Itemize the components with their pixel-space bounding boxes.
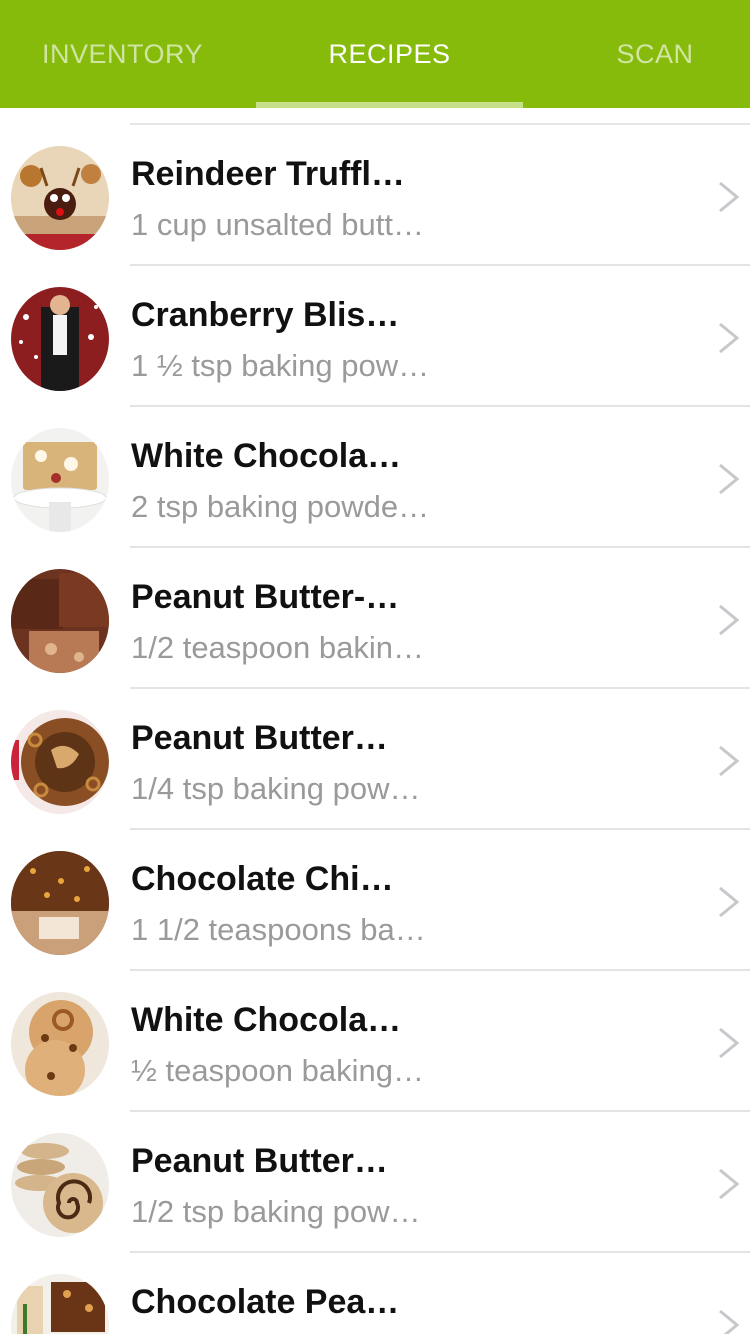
chevron-right-icon xyxy=(719,181,740,213)
chevron-right-icon xyxy=(719,886,740,918)
recipe-title: Peanut Butter-… xyxy=(131,578,400,616)
tab-recipes[interactable]: RECIPES xyxy=(256,0,523,108)
recipe-ingredient-preview: 2 tsp baking powde… xyxy=(131,489,430,524)
recipe-thumbnail xyxy=(11,146,109,250)
recipe-thumbnail xyxy=(11,287,109,391)
tab-scan[interactable]: SCAN xyxy=(560,0,750,108)
recipe-title: Chocolate Pea… xyxy=(131,1283,400,1321)
recipe-row[interactable]: Chocolate Chi… 1 1/2 teaspoons ba… xyxy=(0,830,750,971)
recipe-ingredient-preview: 1 ½ tsp baking pow… xyxy=(131,348,430,383)
recipe-ingredient-preview: 1/2 teaspoon bakin… xyxy=(131,630,424,665)
recipe-row[interactable]: White Chocola… 2 tsp baking powde… xyxy=(0,407,750,548)
recipe-title: White Chocola… xyxy=(131,437,402,475)
recipe-row[interactable]: Peanut Butter-… 1/2 teaspoon bakin… xyxy=(0,548,750,689)
recipe-row[interactable]: Reindeer Truffl… 1 cup unsalted butt… xyxy=(0,125,750,266)
recipe-thumbnail xyxy=(11,1274,109,1334)
recipe-thumbnail xyxy=(11,851,109,955)
recipe-row[interactable]: Cranberry Blis… 1 ½ tsp baking pow… xyxy=(0,266,750,407)
tab-inventory[interactable]: INVENTORY xyxy=(0,0,245,108)
chevron-right-icon xyxy=(719,1309,740,1334)
recipe-row[interactable]: White Chocola… ½ teaspoon baking… xyxy=(0,971,750,1112)
recipe-list[interactable]: Reindeer Truffl… 1 cup unsalted butt… Cr… xyxy=(0,108,750,1334)
recipe-thumbnail xyxy=(11,1133,109,1237)
recipe-title: Cranberry Blis… xyxy=(131,296,400,334)
recipe-thumbnail xyxy=(11,428,109,532)
chevron-right-icon xyxy=(719,463,740,495)
recipe-ingredient-preview: 1 cup unsalted butt… xyxy=(131,207,424,242)
chevron-right-icon xyxy=(719,745,740,777)
recipe-row[interactable]: Peanut Butter… 1/4 tsp baking pow… xyxy=(0,689,750,830)
recipe-ingredient-preview: 1 1/2 teaspoons ba… xyxy=(131,912,426,947)
recipe-ingredient-preview: ½ teaspoon baking… xyxy=(131,1053,424,1088)
top-tab-bar: INVENTORY RECIPES SCAN xyxy=(0,0,750,108)
chevron-right-icon xyxy=(719,604,740,636)
recipe-title: Reindeer Truffl… xyxy=(131,155,405,193)
chevron-right-icon xyxy=(719,322,740,354)
recipe-ingredient-preview: 1/4 tsp baking pow… xyxy=(131,771,421,806)
recipe-title: Peanut Butter… xyxy=(131,1142,388,1180)
recipe-title: White Chocola… xyxy=(131,1001,402,1039)
recipe-ingredient-preview: 1/2 tsp baking pow… xyxy=(131,1194,421,1229)
recipe-row[interactable]: Chocolate Pea… xyxy=(0,1253,750,1334)
recipe-title: Peanut Butter… xyxy=(131,719,388,757)
recipe-title: Chocolate Chi… xyxy=(131,860,394,898)
recipe-thumbnail xyxy=(11,710,109,814)
recipe-row[interactable]: Peanut Butter… 1/2 tsp baking pow… xyxy=(0,1112,750,1253)
chevron-right-icon xyxy=(719,1027,740,1059)
chevron-right-icon xyxy=(719,1168,740,1200)
recipe-thumbnail xyxy=(11,569,109,673)
recipe-thumbnail xyxy=(11,992,109,1096)
